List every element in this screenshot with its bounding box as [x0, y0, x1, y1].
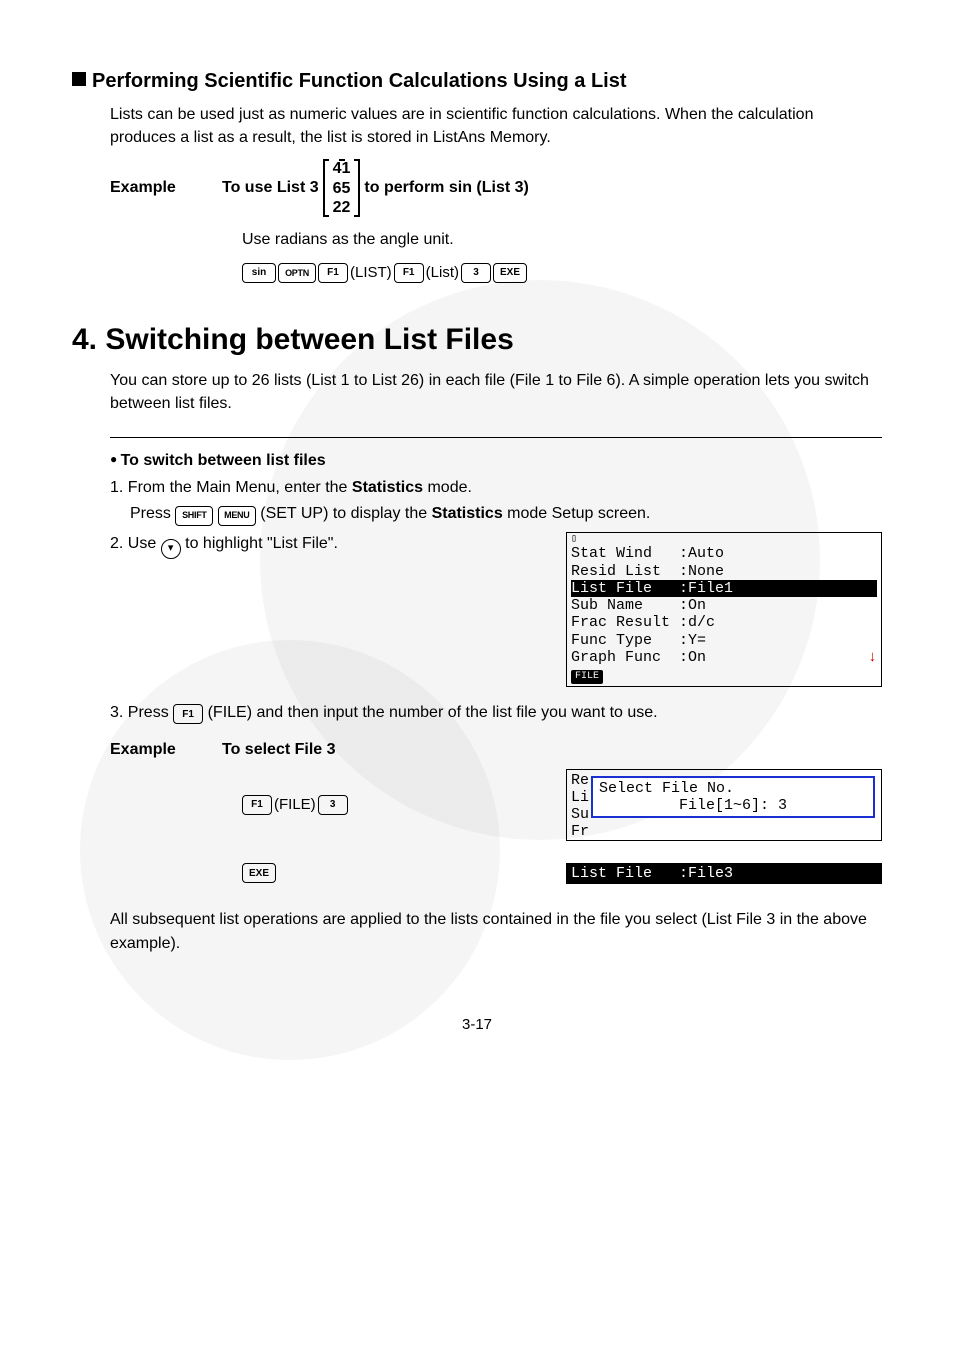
step-3: 3. Press F1 (FILE) and then input the nu… — [110, 701, 882, 725]
intro-paragraph: Lists can be used just as numeric values… — [110, 103, 882, 149]
step-sub: Press SHIFT MENU (SET UP) to display the… — [130, 502, 882, 526]
mode-name: Statistics — [352, 479, 423, 496]
example-note: Use radians as the angle unit. — [242, 231, 882, 249]
optn-key-icon: OPTN — [278, 263, 316, 283]
section-heading: Performing Scientific Function Calculati… — [72, 70, 882, 93]
down-cursor-key-icon: ▾ — [161, 539, 181, 559]
menu-key-icon: MENU — [218, 506, 256, 526]
key-sequence-2: F1 (FILE) 3 — [242, 795, 348, 815]
shift-key-icon: SHIFT — [175, 506, 213, 526]
step-text: Press — [130, 505, 175, 522]
example-row: Example To use List 3 41 65 22 to perfor… — [110, 159, 882, 217]
screen-row: Resid List :None — [571, 563, 877, 580]
step-text: (FILE) and then input the number of the … — [203, 704, 657, 721]
sub-heading: To switch between list files — [110, 452, 882, 470]
section-heading-text: Performing Scientific Function Calculati… — [92, 70, 627, 92]
example-label: Example — [110, 179, 222, 197]
step-text: mode. — [423, 479, 472, 496]
screen-row-highlighted: List File :File1 — [571, 580, 877, 597]
matrix-row: 22 — [333, 198, 351, 217]
step-text: 2. Use — [110, 535, 161, 552]
square-bullet-icon — [72, 72, 86, 86]
screen-row: Sub Name :On — [571, 597, 877, 614]
step-text: mode Setup screen. — [503, 505, 651, 522]
screen-row: Graph Func :On↓ — [571, 649, 877, 666]
down-arrow-icon: ↓ — [868, 649, 877, 666]
example-content: To select File 3 — [222, 741, 336, 759]
chapter-intro: You can store up to 26 lists (List 1 to … — [110, 369, 882, 415]
soft-key-tab: FILE — [571, 670, 603, 684]
screen-row: Frac Result :d/c — [571, 614, 877, 631]
key-annotation: (FILE) — [274, 796, 316, 813]
example-content: To use List 3 41 65 22 to perform sin (L… — [222, 159, 529, 217]
step-text: 1. From the Main Menu, enter the — [110, 479, 352, 496]
key-annotation: (List) — [426, 264, 459, 281]
dialog-background-text: Re Li Su Fr Fu — [571, 772, 589, 841]
matrix-row: 41 — [333, 159, 351, 178]
f1-key-icon: F1 — [173, 704, 203, 724]
page-number: 3-17 — [72, 1016, 882, 1033]
result-bar: List File :File3 — [566, 863, 882, 884]
key-sequence-3: EXE — [242, 863, 276, 884]
f1-key-icon: F1 — [394, 263, 424, 283]
example-label: Example — [110, 741, 222, 759]
calculator-screen: ▯ Stat Wind :Auto Resid List :None List … — [566, 532, 882, 686]
example-prefix: To use List 3 — [222, 179, 319, 197]
dialog-title: Select File No. — [599, 780, 867, 797]
mode-name: Statistics — [432, 505, 503, 522]
exe-key-icon: EXE — [493, 263, 527, 283]
step-1: 1. From the Main Menu, enter the Statist… — [110, 476, 882, 526]
dialog-prompt: File[1~6]: 3 — [599, 797, 867, 814]
sin-key-icon: sin — [242, 263, 276, 283]
matrix-icon: 41 65 22 — [323, 159, 361, 217]
f1-key-icon: F1 — [242, 795, 272, 815]
step-text: (SET UP) to display the — [256, 505, 432, 522]
step-text: 3. Press — [110, 704, 173, 721]
three-key-icon: 3 — [318, 795, 348, 815]
three-key-icon: 3 — [461, 263, 491, 283]
example-suffix: to perform sin (List 3) — [364, 179, 528, 197]
screen-status-icons: ▯ — [571, 535, 877, 545]
dialog-box: Select File No. File[1~6]: 3 — [591, 776, 875, 818]
calculator-dialog-screen: Re Li Su Fr Fu Select File No. File[1~6]… — [566, 769, 882, 841]
matrix-row: 65 — [333, 179, 351, 198]
step-2: 2. Use ▾ to highlight "List File". — [110, 532, 566, 558]
key-sequence: sin OPTN F1 (LIST) F1 (List) 3 EXE — [242, 263, 882, 283]
key-annotation: (LIST) — [350, 264, 392, 281]
divider — [110, 437, 882, 438]
chapter-heading: 4. Switching between List Files — [72, 323, 882, 357]
example-row-2: Example To select File 3 — [110, 741, 882, 759]
outro-paragraph: All subsequent list operations are appli… — [110, 908, 882, 956]
exe-key-icon: EXE — [242, 863, 276, 883]
step-text: to highlight "List File". — [181, 535, 338, 552]
f1-key-icon: F1 — [318, 263, 348, 283]
screen-row: Func Type :Y= — [571, 632, 877, 649]
screen-row: Stat Wind :Auto — [571, 545, 877, 562]
